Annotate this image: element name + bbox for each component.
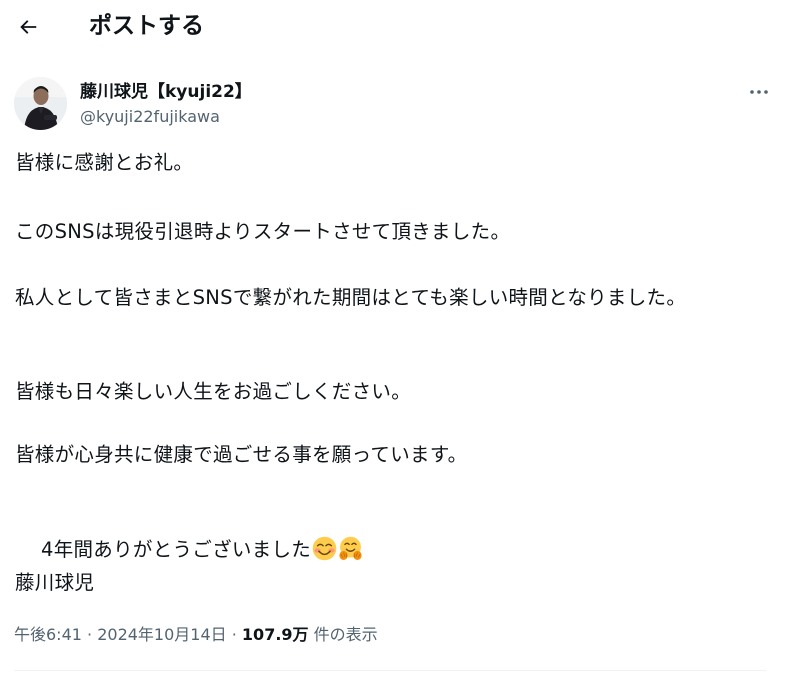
post-line: 皆様に感謝とお礼。: [15, 151, 194, 174]
arrow-left-icon: [20, 20, 37, 34]
views-link[interactable]: 107.9万 件の表示: [242, 625, 378, 644]
views-label: 件の表示: [313, 625, 378, 644]
more-options-button[interactable]: [744, 81, 774, 103]
post-line: 皆様が心身共に健康で過ごせる事を願っています。: [15, 443, 468, 466]
author-display-name[interactable]: 藤川球児【kyuji22】: [80, 81, 252, 103]
author-handle[interactable]: @kyuji22fujikawa: [80, 107, 220, 127]
post-date: 2024年10月14日: [97, 625, 227, 644]
post-author: 藤川球児【kyuji22】 @kyuji22fujikawa: [14, 77, 774, 133]
avatar-image: [14, 77, 67, 130]
post-meta: 午後6:41 · 2024年10月14日 · 107.9万 件の表示: [14, 624, 378, 646]
smiling-face-with-smiling-eyes-icon: [312, 536, 337, 561]
page-header: ポストする: [0, 0, 788, 56]
post-line: 私人として皆さまとSNSで繋がれた期間はとても楽しい時間となりました。: [15, 286, 687, 309]
page-title: ポストする: [89, 13, 204, 39]
post-time: 午後6:41: [14, 625, 82, 644]
post-signature: 藤川球児: [15, 571, 95, 594]
post-timestamp-link[interactable]: 午後6:41 · 2024年10月14日: [14, 625, 227, 644]
back-button[interactable]: [10, 9, 46, 45]
post-line: 皆様も日々楽しい人生をお過ごしください。: [15, 380, 412, 403]
more-icon: [750, 90, 768, 94]
divider: [14, 670, 766, 671]
post-line: 4年間ありがとうございました: [41, 538, 312, 561]
views-count: 107.9万: [241, 625, 309, 644]
hugging-face-icon: [339, 536, 362, 560]
post-line: このSNSは現役引退時よりスタートさせて頂きました。: [15, 220, 511, 243]
meta-separator: ·: [81, 625, 98, 644]
avatar[interactable]: [14, 77, 67, 130]
meta-separator: ·: [226, 625, 242, 644]
